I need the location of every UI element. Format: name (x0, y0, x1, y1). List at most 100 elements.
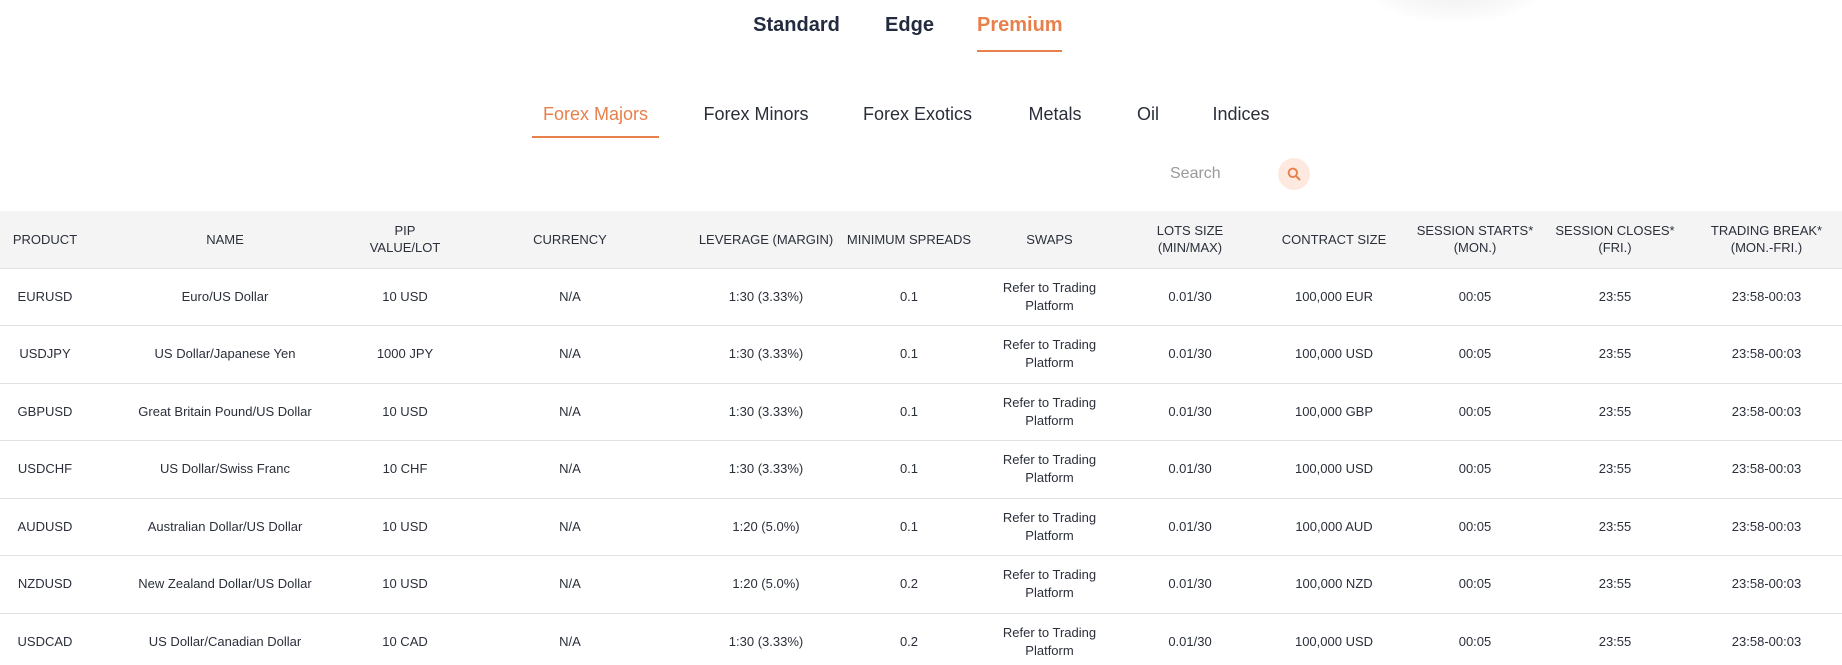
cell-currency: N/A (450, 325, 690, 383)
column-header-product: PRODUCT (0, 211, 90, 268)
table-body: EURUSD Euro/US Dollar 10 USD N/A 1:30 (3.33%… (0, 267, 1842, 665)
cell-name: US Dollar/Swiss Franc (90, 440, 360, 498)
product-specs-table: PRODUCT NAME PIP VALUE/LOT CURRENCY LEVE… (0, 211, 1842, 665)
tab-standard[interactable]: Standard (751, 10, 842, 52)
cell-trading-break: 23:58-00:03 (1691, 325, 1842, 383)
cell-product: USDCAD (0, 612, 90, 665)
cell-swaps: Refer to Trading Platform (976, 440, 1123, 498)
cell-session-close: 23:55 (1539, 497, 1691, 556)
cell-session-close: 23:55 (1539, 382, 1691, 441)
tab-oil[interactable]: Oil (1133, 96, 1163, 138)
cell-leverage: 1:20 (5.0%) (690, 555, 842, 613)
cell-contract-size: 100,000 USD (1257, 612, 1411, 665)
column-header-name: NAME (90, 211, 360, 268)
cell-currency: N/A (450, 555, 690, 613)
cell-session-start: 00:05 (1411, 555, 1539, 613)
cell-currency: N/A (450, 440, 690, 498)
tab-forex-exotics[interactable]: Forex Exotics (860, 96, 975, 138)
column-header-session-closes: SESSION CLOSES* (FRI.) (1539, 211, 1691, 268)
cell-session-start: 00:05 (1411, 612, 1539, 665)
column-header-minimum-spreads: MINIMUM SPREADS (842, 211, 976, 268)
cell-minimum-spread: 0.1 (842, 497, 976, 556)
cell-lots-size: 0.01/30 (1123, 440, 1257, 498)
cell-trading-break: 23:58-00:03 (1691, 497, 1842, 556)
cell-trading-break: 23:58-00:03 (1691, 267, 1842, 326)
column-header-trading-break: TRADING BREAK* (MON.-FRI.) (1691, 211, 1842, 268)
tab-edge[interactable]: Edge (885, 10, 934, 52)
cell-minimum-spread: 0.1 (842, 440, 976, 498)
cell-name: US Dollar/Canadian Dollar (90, 612, 360, 665)
column-header-leverage: LEVERAGE (MARGIN) (690, 211, 842, 268)
table-header-row: PRODUCT NAME PIP VALUE/LOT CURRENCY LEVE… (0, 211, 1842, 268)
cell-lots-size: 0.01/30 (1123, 267, 1257, 326)
cell-lots-size: 0.01/30 (1123, 325, 1257, 383)
cell-product: GBPUSD (0, 382, 90, 441)
cell-contract-size: 100,000 GBP (1257, 382, 1411, 441)
cell-name: New Zealand Dollar/US Dollar (90, 555, 360, 613)
cell-lots-size: 0.01/30 (1123, 382, 1257, 441)
cell-product: EURUSD (0, 267, 90, 326)
cell-name: US Dollar/Japanese Yen (90, 325, 360, 383)
column-header-contract-size: CONTRACT SIZE (1257, 211, 1411, 268)
cell-currency: N/A (450, 612, 690, 665)
cell-product: USDCHF (0, 440, 90, 498)
cell-product: NZDUSD (0, 555, 90, 613)
search-input[interactable] (1160, 158, 1270, 190)
cell-swaps: Refer to Trading Platform (976, 555, 1123, 613)
cell-leverage: 1:30 (3.33%) (690, 440, 842, 498)
cell-contract-size: 100,000 AUD (1257, 497, 1411, 556)
cell-session-start: 00:05 (1411, 382, 1539, 441)
cell-leverage: 1:30 (3.33%) (690, 325, 842, 383)
cell-currency: N/A (450, 267, 690, 326)
cell-lots-size: 0.01/30 (1123, 612, 1257, 665)
cell-currency: N/A (450, 382, 690, 441)
cell-name: Australian Dollar/US Dollar (90, 497, 360, 556)
cell-session-close: 23:55 (1539, 440, 1691, 498)
tab-premium[interactable]: Premium (977, 10, 1063, 52)
search-box (1160, 158, 1315, 190)
table-row: USDJPY US Dollar/Japanese Yen 1000 JPY N/A 1… (0, 325, 1842, 383)
cell-currency: N/A (450, 497, 690, 556)
cell-swaps: Refer to Trading Platform (976, 497, 1123, 556)
search-button[interactable] (1278, 158, 1310, 190)
cell-trading-break: 23:58-00:03 (1691, 440, 1842, 498)
cell-leverage: 1:20 (5.0%) (690, 497, 842, 556)
cell-swaps: Refer to Trading Platform (976, 267, 1123, 326)
cell-pip-value: 1000 JPY (360, 325, 450, 383)
cell-lots-size: 0.01/30 (1123, 497, 1257, 556)
tab-metals[interactable]: Metals (1024, 96, 1086, 138)
cell-minimum-spread: 0.1 (842, 382, 976, 441)
table-row: EURUSD Euro/US Dollar 10 USD N/A 1:30 (3.33%… (0, 267, 1842, 326)
table-row: AUDUSD Australian Dollar/US Dollar 10 USD N… (0, 497, 1842, 556)
column-header-swaps: SWAPS (976, 211, 1123, 268)
cell-pip-value: 10 USD (360, 382, 450, 441)
cell-minimum-spread: 0.2 (842, 612, 976, 665)
cell-minimum-spread: 0.1 (842, 325, 976, 383)
tab-indices[interactable]: Indices (1209, 96, 1273, 138)
cell-leverage: 1:30 (3.33%) (690, 267, 842, 326)
cell-swaps: Refer to Trading Platform (976, 382, 1123, 441)
cell-session-close: 23:55 (1539, 555, 1691, 613)
cell-trading-break: 23:58-00:03 (1691, 555, 1842, 613)
cell-pip-value: 10 CAD (360, 612, 450, 665)
cell-leverage: 1:30 (3.33%) (690, 382, 842, 441)
table-row: USDCHF US Dollar/Swiss Franc 10 CHF N/A 1:30… (0, 440, 1842, 498)
account-type-tabs: Standard Edge Premium (0, 10, 1842, 52)
cell-trading-break: 23:58-00:03 (1691, 612, 1842, 665)
table-row: USDCAD US Dollar/Canadian Dollar 10 CAD N/A… (0, 612, 1842, 665)
cell-session-start: 00:05 (1411, 440, 1539, 498)
cell-session-close: 23:55 (1539, 612, 1691, 665)
cell-minimum-spread: 0.1 (842, 267, 976, 326)
cell-swaps: Refer to Trading Platform (976, 325, 1123, 383)
cell-pip-value: 10 USD (360, 555, 450, 613)
table-row: GBPUSD Great Britain Pound/US Dollar 10 US… (0, 382, 1842, 441)
cell-session-start: 00:05 (1411, 497, 1539, 556)
tab-forex-majors[interactable]: Forex Majors (532, 96, 659, 138)
cell-contract-size: 100,000 USD (1257, 325, 1411, 383)
cell-contract-size: 100,000 NZD (1257, 555, 1411, 613)
cell-session-start: 00:05 (1411, 325, 1539, 383)
tab-forex-minors[interactable]: Forex Minors (700, 96, 812, 138)
cell-session-close: 23:55 (1539, 325, 1691, 383)
cell-pip-value: 10 USD (360, 267, 450, 326)
column-header-lots-size: LOTS SIZE (MIN/MAX) (1123, 211, 1257, 268)
